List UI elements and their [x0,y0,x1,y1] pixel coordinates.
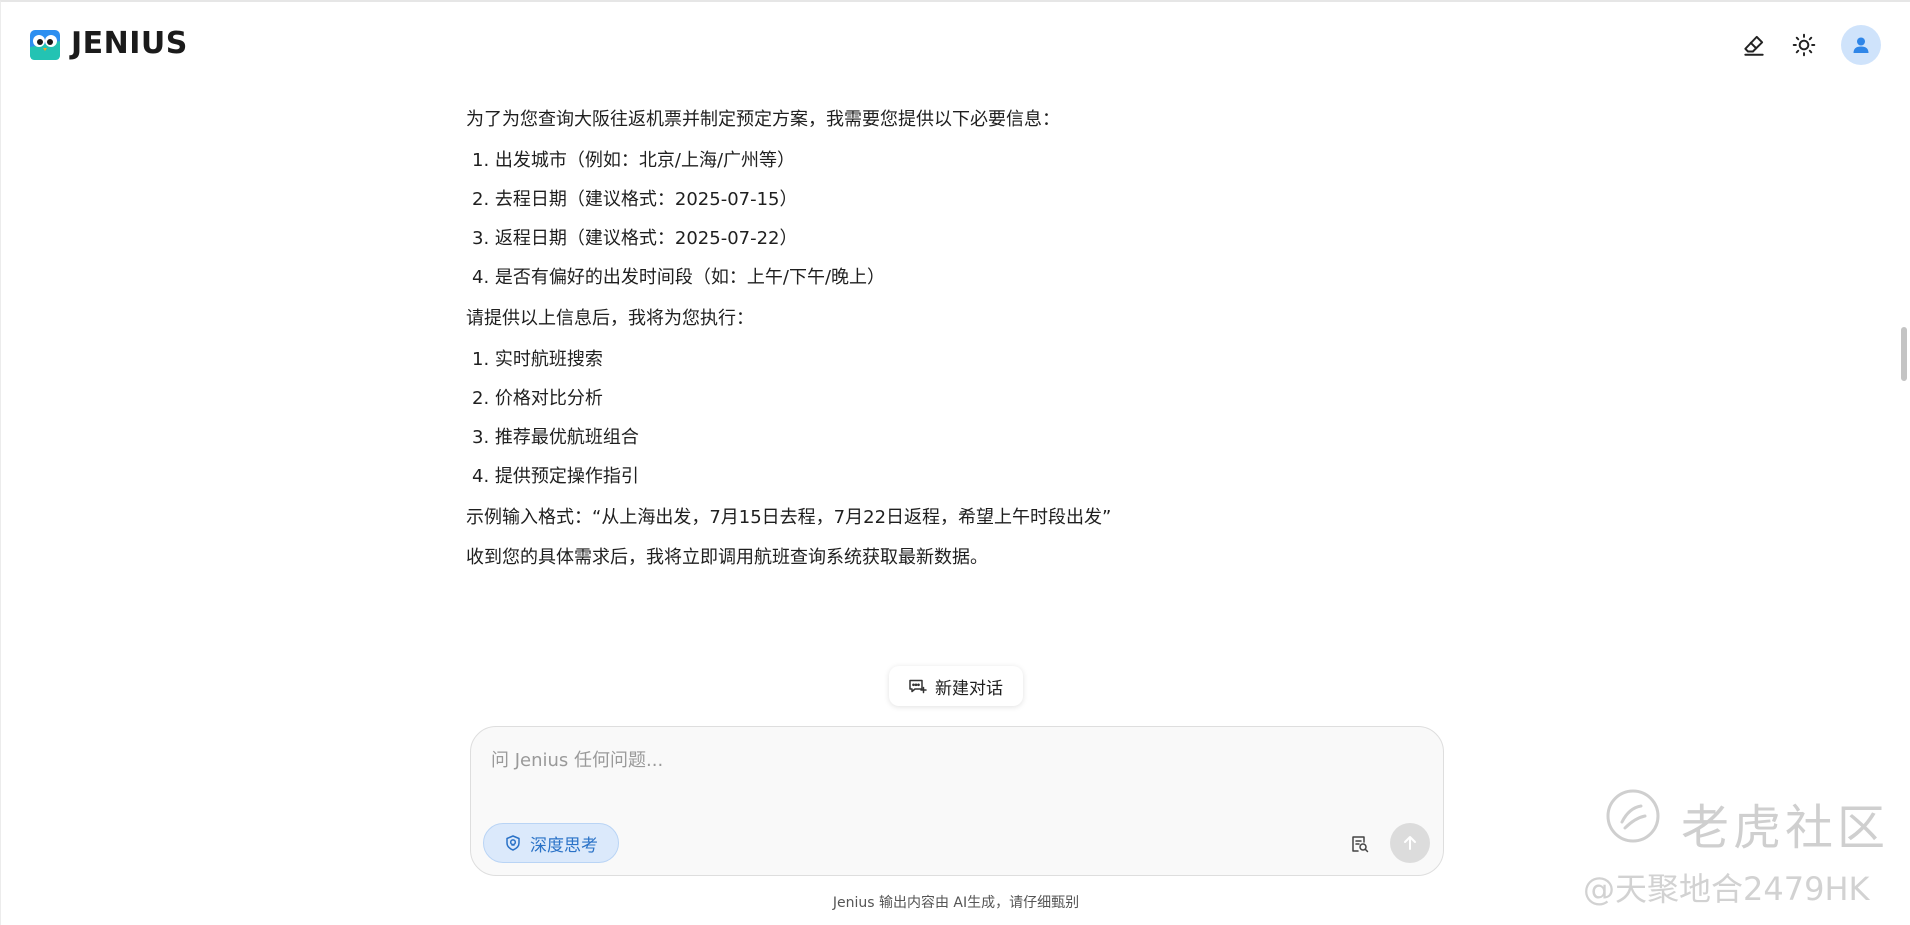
chat-input[interactable] [491,745,1411,775]
watermark-brand: 老虎社区 [1681,800,1890,856]
arrow-up-icon [1404,836,1416,850]
list-item: 3. 返程日期（建议格式：2025-07-22） [472,228,798,249]
app-window: JENIUS 为了为您查询大阪往返机票并制定预定方案，我需要您提供以下必要信息：… [0,0,1910,925]
message-closing: 收到您的具体需求后，我将立即调用航班查询系统获取最新数据。 [466,547,988,568]
list-item: 2. 去程日期（建议格式：2025-07-15） [472,189,798,210]
eraser-icon[interactable] [1741,32,1767,58]
chat-plus-icon [909,679,927,694]
file-search-icon[interactable] [1349,833,1371,855]
message-example: 示例输入格式：“从上海出发，7月15日去程，7月22日返程，希望上午时段出发” [466,507,1112,528]
watermark-handle: @天聚地合2479HK [1583,870,1870,908]
list-item: 2. 价格对比分析 [472,388,603,409]
app-name: JENIUS [71,26,188,61]
top-bar: JENIUS [1,2,1910,88]
deep-think-toggle[interactable]: 深度思考 [483,823,619,863]
message-intro: 为了为您查询大阪往返机票并制定预定方案，我需要您提供以下必要信息： [466,109,1060,130]
list-item: 4. 提供预定操作指引 [472,466,639,487]
user-avatar[interactable] [1841,25,1881,65]
send-button[interactable] [1390,823,1430,863]
list-item: 3. 推荐最优航班组合 [472,427,639,448]
chat-input-box: 深度思考 [470,726,1444,876]
new-chat-label: 新建对话 [935,678,1003,699]
sun-icon[interactable] [1791,32,1817,58]
new-chat-button[interactable]: 新建对话 [889,666,1023,706]
list-item: 4. 是否有偏好的出发时间段（如：上午/下午/晚上） [472,267,886,288]
deep-think-label: 深度思考 [530,835,598,856]
scrollbar-thumb[interactable] [1901,327,1907,381]
list-item: 1. 出发城市（例如：北京/上海/广州等） [472,150,796,171]
watermark-logo-icon [1606,789,1660,843]
app-logo[interactable]: JENIUS [29,26,188,61]
bulb-icon [506,835,520,851]
required-info-list: 1. 出发城市（例如：北京/上海/广州等） 2. 去程日期（建议格式：2025-… [466,149,1366,290]
user-icon [1853,37,1869,53]
owl-logo-icon [30,29,60,60]
assistant-message: 为了为您查询大阪往返机票并制定预定方案，我需要您提供以下必要信息： 1. 出发城… [466,108,1366,587]
action-list: 1. 实时航班搜索 2. 价格对比分析 3. 推荐最优航班组合 4. 提供预定操… [466,348,1366,489]
list-item: 1. 实时航班搜索 [472,349,603,370]
message-followup: 请提供以上信息后，我将为您执行： [466,308,754,329]
